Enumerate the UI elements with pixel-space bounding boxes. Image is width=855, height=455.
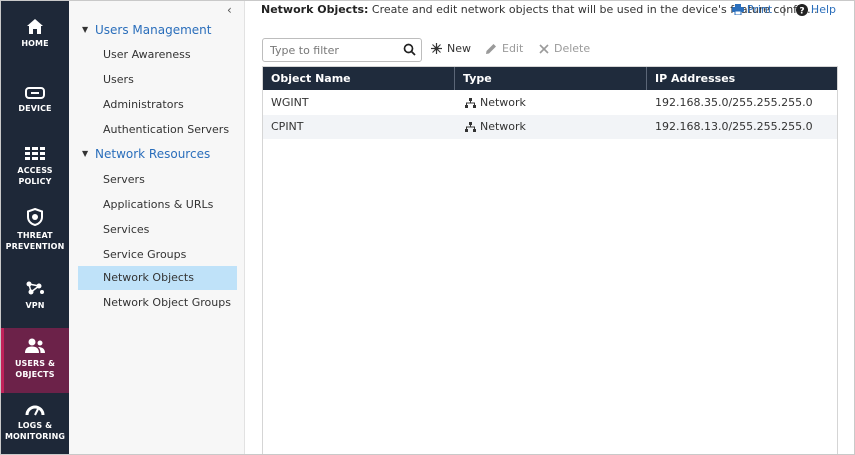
column-header-type[interactable]: Type xyxy=(455,67,647,90)
cell-type-label: Network xyxy=(480,120,526,133)
pencil-icon xyxy=(486,43,496,54)
cell-object-name: CPINT xyxy=(271,120,304,133)
tree-item-users[interactable]: Users xyxy=(78,68,237,92)
cell-type-label: Network xyxy=(480,96,526,109)
printer-icon xyxy=(731,4,744,15)
table-header: Object Name Type IP Addresses xyxy=(263,67,837,90)
print-link[interactable]: Print xyxy=(731,3,773,16)
network-icon xyxy=(465,122,476,132)
delete-button[interactable]: Delete xyxy=(539,42,590,55)
collapse-sidebar-button[interactable]: ‹ xyxy=(227,3,232,17)
nav-access-policy[interactable]: ACCESS POLICY xyxy=(1,147,69,195)
nav-device[interactable]: DEVICE xyxy=(1,87,69,127)
access-policy-icon xyxy=(25,147,45,160)
nav-threat-prevention[interactable]: THREAT PREVENTION xyxy=(1,208,69,258)
new-button[interactable]: New xyxy=(431,42,471,55)
caret-down-icon: ▼ xyxy=(82,149,89,158)
nav-vpn[interactable]: VPN xyxy=(1,280,69,316)
nav-vpn-label: VPN xyxy=(25,301,45,310)
tree-item-network-object-groups[interactable]: Network Object Groups xyxy=(78,291,237,315)
delete-label: Delete xyxy=(554,42,591,55)
close-icon xyxy=(539,43,549,54)
cell-ip-address: 192.168.35.0/255.255.255.0 xyxy=(655,96,813,109)
shield-icon xyxy=(27,208,43,226)
print-label: Print xyxy=(746,3,773,16)
nav-home[interactable]: HOME xyxy=(1,19,69,63)
tree-item-authentication-servers[interactable]: Authentication Servers xyxy=(78,118,237,142)
page-title: Network Objects: xyxy=(261,3,369,16)
group-users-management[interactable]: ▼ Users Management xyxy=(69,19,245,41)
nav-device-label: DEVICE xyxy=(18,104,52,113)
cell-ip-address: 192.168.13.0/255.255.255.0 xyxy=(655,120,813,133)
help-label: Help xyxy=(810,3,836,16)
caret-down-icon: ▼ xyxy=(82,25,89,34)
search-icon[interactable] xyxy=(403,43,416,56)
group-users-management-label: Users Management xyxy=(95,23,212,37)
cell-type: Network xyxy=(455,115,647,139)
tree-item-services[interactable]: Services xyxy=(78,218,237,242)
top-links: Print | ? Help xyxy=(731,3,836,16)
tree-item-user-awareness[interactable]: User Awareness xyxy=(78,43,237,67)
users-icon xyxy=(25,338,45,353)
cell-object-name: WGINT xyxy=(271,96,309,109)
nav-users-label-2: OBJECTS xyxy=(15,370,55,379)
vpn-icon xyxy=(26,281,44,295)
gauge-icon xyxy=(25,405,45,416)
tree-item-applications-urls[interactable]: Applications & URLs xyxy=(78,193,237,217)
nav-access-label-1: ACCESS xyxy=(17,166,53,175)
nav-threat-label-1: THREAT xyxy=(17,231,53,240)
edit-button[interactable]: Edit xyxy=(485,42,523,55)
tree-item-servers[interactable]: Servers xyxy=(78,168,237,192)
nav-threat-label-2: PREVENTION xyxy=(5,242,65,251)
device-icon xyxy=(25,87,45,99)
nav-logs-label-1: LOGS & xyxy=(17,421,53,430)
edit-label: Edit xyxy=(502,42,524,55)
tree-item-service-groups[interactable]: Service Groups xyxy=(78,243,237,267)
home-icon xyxy=(27,19,43,34)
tree-sidebar: ‹ ▼ Users Management User Awareness User… xyxy=(69,1,245,454)
main-content: Network Objects: Create and edit network… xyxy=(246,1,854,454)
nav-logs-monitoring[interactable]: LOGS & MONITORING xyxy=(1,404,69,452)
group-network-resources-label: Network Resources xyxy=(95,147,211,161)
main-nav: HOME DEVICE ACCESS POLICY THREAT PREVENT… xyxy=(1,1,69,454)
new-label: New xyxy=(447,42,471,55)
nav-access-label-2: POLICY xyxy=(18,177,52,186)
nav-home-label: HOME xyxy=(21,39,49,48)
help-link[interactable]: ? Help xyxy=(795,3,836,16)
nav-logs-label-2: MONITORING xyxy=(4,432,66,441)
nav-users-label-1: USERS & xyxy=(14,359,56,368)
column-header-object-name[interactable]: Object Name xyxy=(263,67,455,90)
network-objects-table: Object Name Type IP Addresses WGINT Netw… xyxy=(262,66,838,454)
table-row[interactable]: CPINT Network 192.168.13.0/255.255.255.0 xyxy=(263,115,837,139)
nav-users-objects[interactable]: USERS & OBJECTS xyxy=(1,328,69,393)
link-separator: | xyxy=(782,3,786,16)
filter-input[interactable] xyxy=(263,39,393,61)
sparkle-new-icon xyxy=(431,43,442,54)
group-network-resources[interactable]: ▼ Network Resources xyxy=(69,143,245,165)
tree-item-network-objects[interactable]: Network Objects xyxy=(78,266,237,290)
column-header-ip-addresses[interactable]: IP Addresses xyxy=(647,67,837,90)
svg-text:?: ? xyxy=(799,6,804,16)
table-row[interactable]: WGINT Network 192.168.35.0/255.255.255.0 xyxy=(263,91,837,115)
help-icon: ? xyxy=(795,3,808,16)
filter-box xyxy=(262,38,422,62)
network-icon xyxy=(465,98,476,108)
tree-item-administrators[interactable]: Administrators xyxy=(78,93,237,117)
cell-type: Network xyxy=(455,91,647,115)
